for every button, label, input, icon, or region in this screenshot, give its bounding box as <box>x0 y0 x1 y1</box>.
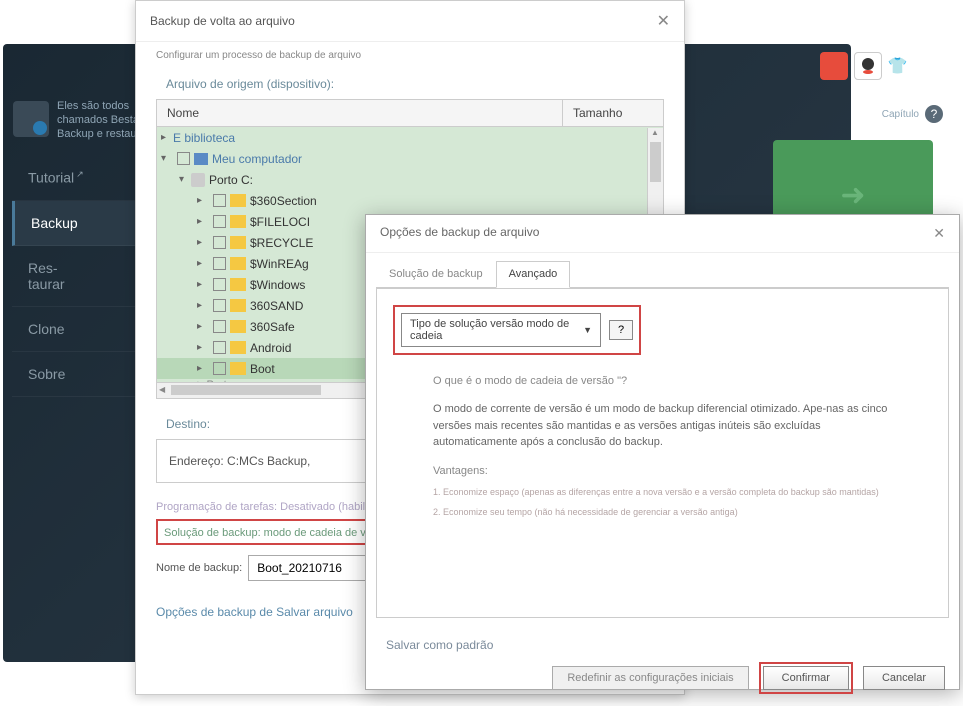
backup-solution-link[interactable]: Solução de backup: modo de cadeia de ver… <box>164 523 393 543</box>
scroll-thumb[interactable] <box>171 385 321 395</box>
chevron-down-icon: ▼ <box>583 325 592 335</box>
arrow-right-icon: ➜ <box>840 178 865 213</box>
dialog1-close-icon[interactable]: ✕ <box>657 11 670 31</box>
tab-advanced[interactable]: Avançado <box>496 261 571 288</box>
qq-icon[interactable] <box>854 52 882 80</box>
checkbox[interactable] <box>213 341 226 354</box>
sidebar-item-tutorial[interactable]: Tutorial <box>12 155 152 201</box>
save-default-link[interactable]: Salvar como padrão <box>366 628 959 652</box>
folder-icon <box>230 341 246 354</box>
sidebar-item-clone[interactable]: Clone <box>12 307 152 352</box>
checkbox[interactable] <box>213 278 226 291</box>
tree-row[interactable]: ▸$360Section <box>157 190 663 211</box>
solution-type-dropdown[interactable]: Tipo de solução versão modo de cadeia ▼ <box>401 313 601 347</box>
checkbox[interactable] <box>213 257 226 270</box>
backup-name-label: Nome de backup: <box>156 562 242 574</box>
dialog1-title: Backup de volta ao arquivo <box>150 14 295 28</box>
sidebar-item-restore[interactable]: Res- taurar <box>12 246 152 307</box>
folder-icon <box>230 299 246 312</box>
dialog2-close-icon[interactable]: ✕ <box>933 225 945 242</box>
expand-icon[interactable]: ▸ <box>197 216 209 227</box>
weibo-icon[interactable] <box>820 52 848 80</box>
expand-icon[interactable]: ▸ <box>197 300 209 311</box>
dropdown-help-button[interactable]: ? <box>609 320 633 340</box>
help-icon[interactable]: ? <box>925 105 943 123</box>
expand-icon[interactable]: ▸ <box>197 342 209 353</box>
dialog2-title: Opções de backup de arquivo <box>380 225 539 242</box>
folder-icon <box>230 215 246 228</box>
checkbox[interactable] <box>213 320 226 333</box>
folder-icon <box>230 362 246 375</box>
help-label: Capítulo <box>882 109 919 120</box>
dialog1-subtitle: Configurar um processo de backup de arqu… <box>136 42 684 67</box>
tree-row-biblioteca[interactable]: ▸ E biblioteca <box>157 127 663 148</box>
sidebar-item-backup[interactable]: Backup <box>12 201 152 246</box>
checkbox[interactable] <box>213 215 226 228</box>
expand-icon[interactable]: ▸ <box>197 258 209 269</box>
minimize-icon[interactable]: — <box>914 56 932 77</box>
checkbox[interactable] <box>213 236 226 249</box>
expand-icon[interactable]: ▸ <box>197 237 209 248</box>
confirm-highlight: Confirmar <box>759 662 853 694</box>
folder-icon <box>230 194 246 207</box>
scroll-thumb[interactable] <box>650 142 661 182</box>
expand-icon[interactable]: ▸ <box>197 363 209 374</box>
folder-icon <box>230 257 246 270</box>
col-size[interactable]: Tamanho <box>563 100 663 126</box>
dropdown-value: Tipo de solução versão modo de cadeia <box>410 318 577 342</box>
sidebar-item-about[interactable]: Sobre <box>12 352 152 397</box>
checkbox[interactable] <box>177 152 190 165</box>
desc-paragraph: O modo de corrente de versão é um modo d… <box>433 401 892 451</box>
tree-row-drive[interactable]: ▾ Porto C: <box>157 169 663 190</box>
app-logo-icon <box>13 101 49 137</box>
backup-name-input[interactable] <box>248 555 368 581</box>
computer-icon <box>194 153 208 165</box>
dropdown-highlight: Tipo de solução versão modo de cadeia ▼ … <box>393 305 641 355</box>
reset-button[interactable]: Redefinir as configurações iniciais <box>552 666 748 690</box>
folder-icon <box>230 278 246 291</box>
desc-question: O que é o modo de cadeia de versão "? <box>433 375 892 387</box>
collapse-icon[interactable]: ▾ <box>179 174 191 185</box>
cancel-button[interactable]: Cancelar <box>863 666 945 690</box>
checkbox[interactable] <box>213 194 226 207</box>
folder-icon <box>230 320 246 333</box>
collapse-icon[interactable]: ▾ <box>161 153 173 164</box>
desc-item-1: 1. Economize espaço (apenas as diferença… <box>433 487 892 497</box>
expand-icon[interactable]: ▸ <box>161 132 173 143</box>
col-name[interactable]: Nome <box>157 100 563 126</box>
help-area: Capítulo ? <box>882 105 943 123</box>
titlebar-icons: 👕 — ✕ <box>820 52 953 80</box>
close-app-icon[interactable]: ✕ <box>938 56 953 77</box>
desc-advantages-label: Vantagens: <box>433 465 892 477</box>
desc-item-2: 2. Economize seu tempo (não há necessida… <box>433 507 892 517</box>
expand-icon[interactable]: ▸ <box>197 321 209 332</box>
sidebar: Tutorial Backup Res- taurar Clone Sobre <box>12 155 152 397</box>
drive-icon <box>191 173 205 187</box>
theme-icon[interactable]: 👕 <box>888 56 908 76</box>
checkbox[interactable] <box>213 299 226 312</box>
tree-row-computer[interactable]: ▾ Meu computador <box>157 148 663 169</box>
checkbox[interactable] <box>213 362 226 375</box>
tab-backup-solution[interactable]: Solução de backup <box>376 261 496 287</box>
expand-icon[interactable]: ▸ <box>197 195 209 206</box>
confirm-button[interactable]: Confirmar <box>763 666 849 690</box>
folder-icon <box>230 236 246 249</box>
options-dialog: Opções de backup de arquivo ✕ Solução de… <box>365 214 960 690</box>
source-label: Arquivo de origem (dispositivo): <box>136 67 684 99</box>
expand-icon[interactable]: ▸ <box>197 279 209 290</box>
